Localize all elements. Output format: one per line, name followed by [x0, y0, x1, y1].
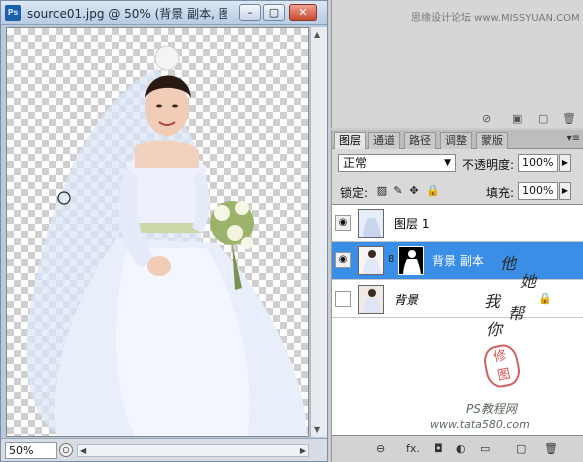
layer-name: 背景 副本 — [432, 254, 484, 268]
blend-mode-value: 正常 — [343, 156, 368, 170]
lock-icon: 🔒 — [538, 292, 552, 305]
delete-layer-icon[interactable]: 🗑 — [544, 442, 558, 455]
tutorial-watermark: PS教程网 — [466, 402, 517, 416]
minimize-button[interactable]: – — [239, 4, 261, 21]
status-info-icon[interactable]: ○ — [59, 443, 73, 457]
document-window: Ps source01.jpg @ 50% (背景 副本, 图... – ▢ ✕ — [0, 0, 328, 462]
opacity-input[interactable]: 100% — [518, 154, 558, 172]
handwriting-char: 他 — [500, 254, 517, 273]
fill-slider-icon[interactable]: ▶ — [559, 182, 571, 200]
tab-layers[interactable]: 图层 — [334, 132, 366, 149]
adjustment-layer-icon[interactable]: ◐ — [456, 442, 466, 455]
new-group-icon[interactable]: ▭ — [480, 442, 490, 455]
handwriting-char: 帮 — [508, 304, 525, 323]
photoshop-icon: Ps — [5, 5, 21, 21]
panel-tabs: 图层 通道 路径 调整 蒙版 ▾≡ — [332, 130, 583, 149]
new-layer-icon[interactable]: ▢ — [516, 442, 526, 455]
chevron-down-icon: ▼ — [444, 158, 451, 168]
lock-all-icon[interactable]: 🔒 — [426, 185, 440, 197]
add-mask-icon[interactable]: ◘ — [434, 442, 443, 455]
horizontal-scrollbar[interactable]: ◀ ▶ — [77, 444, 309, 457]
tab-paths[interactable]: 路径 — [404, 132, 436, 149]
panel-menu-icon[interactable]: ▾≡ — [567, 133, 580, 144]
top-panel: 思缘设计论坛 www.MISSYUAN.COM ⊘ ▣ ▢ 🗑 — [331, 0, 583, 128]
layer-name: 背景 — [394, 293, 419, 307]
scroll-down-icon[interactable]: ▼ — [314, 425, 320, 434]
mask-thumbnail[interactable] — [398, 246, 424, 275]
document-title: source01.jpg @ 50% (背景 副本, 图... — [27, 7, 227, 21]
eye-icon[interactable]: ◉ — [335, 215, 351, 231]
layer-list: ◉ 图层 1 ◉ 8 背景 副本 背景 🔒 — [332, 204, 583, 436]
lock-position-icon[interactable]: ✥ — [408, 185, 420, 197]
chain-link-icon[interactable]: 8 — [388, 254, 394, 265]
tab-masks[interactable]: 蒙版 — [476, 132, 508, 149]
tutorial-url-watermark: www.tata580.com — [430, 418, 530, 431]
vertical-scrollbar[interactable]: ▲ ▼ — [310, 27, 327, 437]
opacity-slider-icon[interactable]: ▶ — [559, 154, 571, 172]
link-layers-icon[interactable]: ⊖ — [376, 442, 385, 455]
camera-icon[interactable]: ⊘ — [482, 112, 491, 125]
eye-icon[interactable]: ◉ — [335, 252, 351, 268]
lock-transparency-icon[interactable]: ▨ — [376, 185, 388, 197]
tab-channels[interactable]: 通道 — [368, 132, 400, 149]
layer-row-layer1[interactable]: ◉ 图层 1 — [332, 205, 583, 242]
scroll-left-icon[interactable]: ◀ — [80, 445, 86, 456]
lock-paint-icon[interactable]: ✎ — [392, 185, 404, 197]
bride-image — [26, 45, 307, 436]
document-titlebar[interactable]: Ps source01.jpg @ 50% (背景 副本, 图... – ▢ ✕ — [1, 1, 327, 25]
layer-name: 图层 1 — [394, 217, 430, 231]
trash-icon[interactable]: 🗑 — [562, 112, 576, 125]
blend-mode-select[interactable]: 正常 ▼ — [338, 154, 456, 172]
layer-row-background[interactable]: 背景 🔒 — [332, 281, 583, 318]
layer-thumbnail — [358, 246, 384, 275]
zoom-input[interactable]: 50% — [5, 442, 57, 459]
layers-toolbar: ⊖ fx. ◘ ◐ ▭ ▢ 🗑 — [332, 436, 583, 462]
layer-row-background-copy[interactable]: ◉ 8 背景 副本 — [332, 242, 583, 280]
scroll-up-icon[interactable]: ▲ — [314, 30, 320, 39]
status-bar: 50% ○ ◀ ▶ — [1, 438, 327, 461]
maximize-button[interactable]: ▢ — [263, 4, 285, 21]
close-button[interactable]: ✕ — [289, 4, 317, 21]
new-document-icon[interactable]: ▢ — [538, 112, 548, 125]
scroll-right-icon[interactable]: ▶ — [300, 445, 306, 456]
eye-hidden-icon[interactable] — [335, 291, 351, 307]
site-watermark: 思缘设计论坛 www.MISSYUAN.COM — [411, 13, 580, 24]
handwriting-char: 她 — [520, 272, 537, 291]
handwriting-char: 我 — [484, 292, 501, 311]
fill-label: 填充: — [486, 186, 515, 200]
layers-panel: 图层 通道 路径 调整 蒙版 ▾≡ 正常 ▼ 不透明度: 100% ▶ 锁定: … — [331, 130, 583, 462]
lock-label: 锁定: — [340, 186, 369, 200]
opacity-label: 不透明度: — [462, 158, 515, 172]
tab-adjustments[interactable]: 调整 — [440, 132, 472, 149]
handwriting-char: 你 — [486, 320, 503, 339]
image-canvas[interactable] — [6, 27, 309, 437]
fill-input[interactable]: 100% — [518, 182, 558, 200]
layer-thumbnail — [358, 285, 384, 314]
layer-thumbnail — [358, 209, 384, 238]
new-snapshot-icon[interactable]: ▣ — [512, 112, 522, 125]
layer-style-icon[interactable]: fx. — [406, 442, 420, 455]
